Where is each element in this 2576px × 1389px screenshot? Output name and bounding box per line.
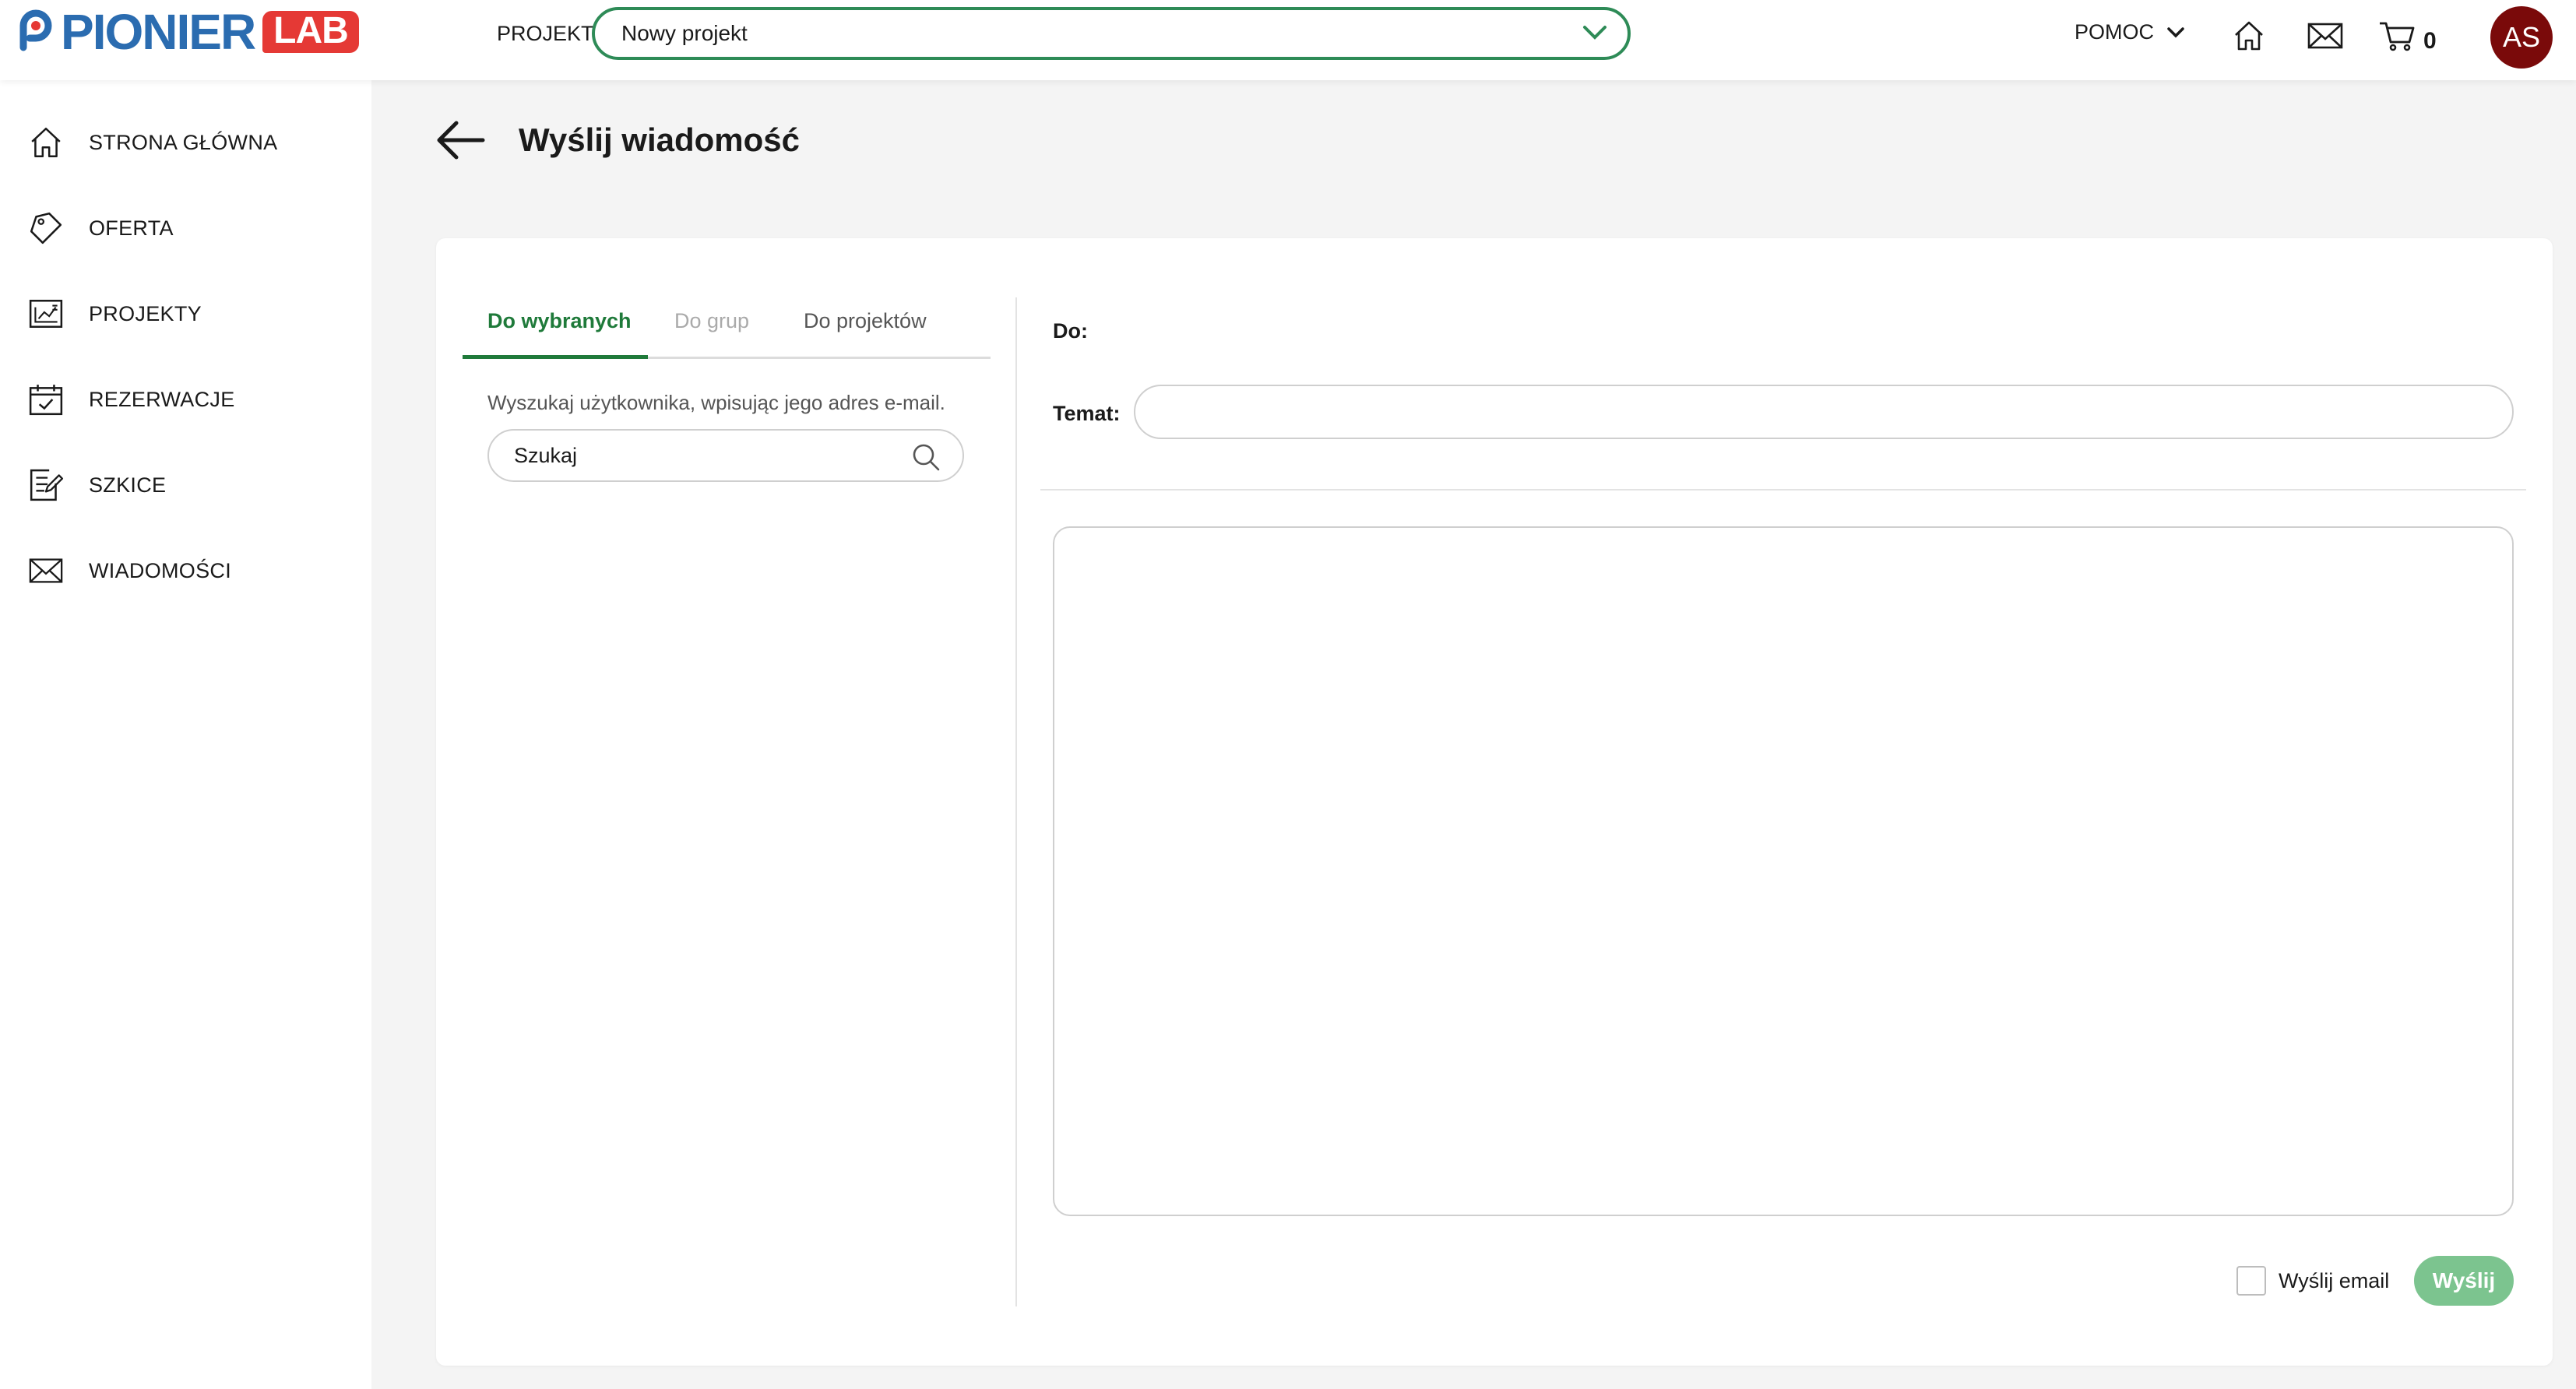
project-label: PROJEKT [497,22,594,45]
sidebar-item-reservations[interactable]: REZERWACJE [26,376,235,423]
page-title: Wyślij wiadomość [519,121,800,158]
sidebar [0,80,371,1389]
tag-icon [26,209,65,248]
message-textarea[interactable] [1053,526,2514,1216]
tab-groups[interactable]: Do grup [674,309,749,333]
projects-icon [26,294,65,333]
form-divider [1040,489,2526,491]
sidebar-item-home[interactable]: STRONA GŁÓWNA [26,119,277,166]
to-label: Do: [1053,319,1088,343]
drafts-icon [26,466,65,505]
user-search [487,429,964,482]
avatar[interactable]: AS [2490,6,2553,69]
tabs-active-indicator [463,355,648,359]
top-bar: PIONIER LAB PROJEKT Nowy projekt POMOC 0… [0,0,2576,80]
logo[interactable]: PIONIER LAB [12,6,359,58]
cart-icon[interactable] [2378,19,2417,53]
home-icon [26,123,65,162]
chevron-down-icon [1583,26,1606,40]
home-icon[interactable] [2232,19,2266,53]
tab-selected-users[interactable]: Do wybranych [487,309,632,333]
logo-text: PIONIER [61,4,256,60]
send-email-label[interactable]: Wyślij email [2279,1269,2389,1293]
cart-count: 0 [2423,28,2437,54]
send-email-checkbox[interactable] [2236,1266,2266,1296]
sidebar-item-offer[interactable]: OFERTA [26,205,174,251]
sidebar-item-label: OFERTA [89,216,174,240]
sidebar-item-drafts[interactable]: SZKICE [26,462,166,508]
send-button[interactable]: Wyślij [2414,1256,2514,1306]
project-selected-value: Nowy projekt [621,21,748,45]
chevron-down-icon [2167,26,2184,37]
sidebar-item-messages[interactable]: WIADOMOŚCI [26,547,231,594]
help-menu[interactable]: POMOC [2075,20,2185,44]
search-hint: Wyszukaj użytkownika, wpisując jego adre… [487,391,945,414]
calendar-icon [26,380,65,419]
logo-badge: LAB [262,11,359,53]
subject-label: Temat: [1053,402,1121,425]
envelope-icon [26,551,65,590]
help-label: POMOC [2075,20,2155,44]
back-arrow-icon[interactable] [435,117,486,164]
sidebar-item-label: SZKICE [89,473,167,497]
sidebar-item-label: STRONA GŁÓWNA [89,130,278,154]
sidebar-item-label: PROJEKTY [89,301,202,325]
sidebar-item-projects[interactable]: PROJEKTY [26,290,202,337]
project-select[interactable]: Nowy projekt [592,7,1631,60]
panel-divider [1015,297,1017,1306]
search-input[interactable] [514,443,888,468]
envelope-icon[interactable] [2307,19,2344,53]
sidebar-item-label: REZERWACJE [89,387,235,411]
subject-input[interactable] [1134,385,2514,439]
tab-projects[interactable]: Do projektów [804,309,927,333]
search-icon[interactable] [911,442,941,472]
logo-mark-icon [19,9,52,51]
sidebar-item-label: WIADOMOŚCI [89,558,231,582]
